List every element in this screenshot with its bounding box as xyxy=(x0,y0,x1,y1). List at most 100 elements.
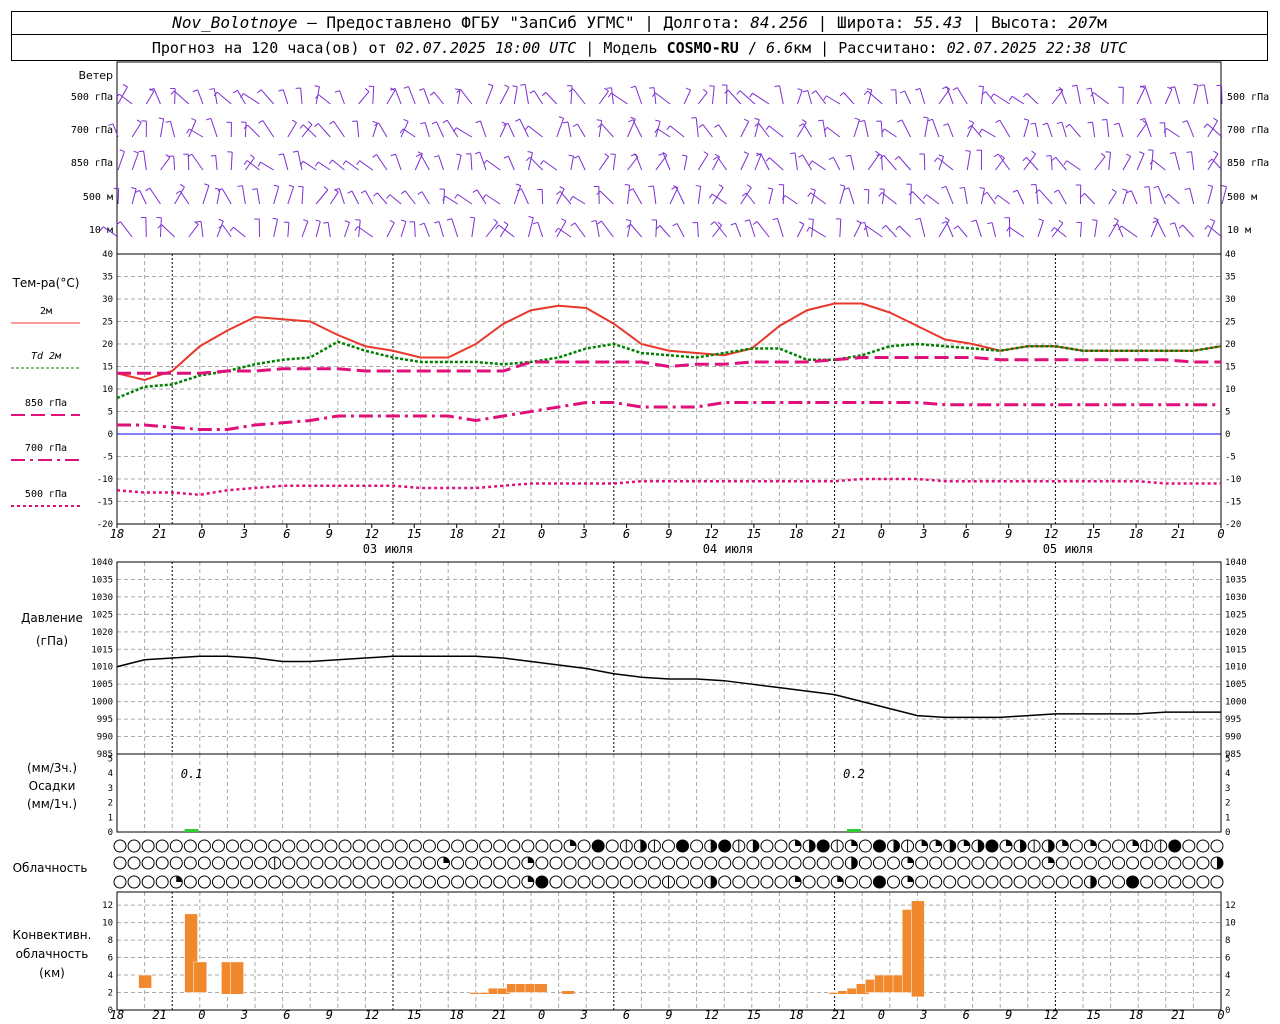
wind-barb xyxy=(358,91,370,105)
cloud-circle xyxy=(1055,875,1069,889)
temp-ytick-left: 30 xyxy=(102,295,113,305)
temp-xtick-label: 15 xyxy=(407,527,421,541)
cloud-circle xyxy=(479,839,493,853)
temp-legend-label: 500 гПа xyxy=(25,489,67,500)
wind-barb xyxy=(197,89,204,105)
wind-barb-flag xyxy=(420,121,426,125)
cloud-circle xyxy=(408,875,422,889)
wind-barb-flag xyxy=(1184,187,1190,190)
cloud-symbol xyxy=(183,875,197,889)
cloud-symbol xyxy=(943,875,957,889)
cloud-fill xyxy=(851,857,858,869)
pressure-yunit: (гПа) xyxy=(36,634,68,648)
wind-barb-flag xyxy=(562,121,569,124)
wind-barb-flag xyxy=(237,185,243,187)
wind-barb-flag xyxy=(1050,227,1055,232)
wind-barb xyxy=(796,90,803,105)
wind-barb xyxy=(981,128,996,138)
cloud-symbol xyxy=(324,875,338,889)
wind-barb-flag xyxy=(569,196,574,201)
wind-barb xyxy=(443,189,445,205)
wind-barb xyxy=(188,224,199,238)
cloud-circle xyxy=(690,839,704,853)
wind-barb xyxy=(471,217,476,238)
wind-barb xyxy=(945,221,954,238)
wind-barb xyxy=(247,124,260,138)
cloud-circle xyxy=(1112,875,1126,889)
wind-barb xyxy=(864,222,869,238)
wind-barb-flag xyxy=(328,159,333,165)
precip-ytick-left: 0 xyxy=(108,828,113,838)
wind-barb-flag xyxy=(915,88,921,91)
temp-xtick-label: 21 xyxy=(492,527,506,541)
wind-barb-flag xyxy=(808,218,814,220)
cloud-circle xyxy=(268,875,282,889)
temp-xtick-label: 18 xyxy=(110,527,124,541)
wind-barb xyxy=(632,119,643,138)
temp-ytick-left: 0 xyxy=(108,430,113,440)
wind-barb xyxy=(627,185,631,205)
wind-barb-flag xyxy=(554,227,559,233)
wind-barb xyxy=(945,186,954,205)
cloud-circle xyxy=(647,875,661,889)
wind-barb xyxy=(1136,87,1146,105)
pressure-ytick-right: 1005 xyxy=(1225,680,1247,690)
wind-barb-flag xyxy=(456,153,462,156)
wind-barb-flag xyxy=(572,123,578,127)
wind-barb-flag xyxy=(746,184,752,188)
wind-barb-flag xyxy=(561,218,567,222)
cloud-fill xyxy=(710,840,717,852)
cloud-circle xyxy=(282,856,296,870)
cloud-symbol xyxy=(436,839,450,853)
wind-barb-flag xyxy=(744,219,750,222)
cloud-symbol xyxy=(690,839,704,853)
cloud-symbol xyxy=(605,875,619,889)
cloud-symbol xyxy=(816,856,830,870)
wind-barb xyxy=(867,189,870,205)
cloud-circle xyxy=(690,875,704,889)
cloud-circle xyxy=(422,839,436,853)
cloud-circle xyxy=(282,839,296,853)
wind-barb-flag xyxy=(959,186,965,189)
conv-xtick-label: 9 xyxy=(326,1008,333,1022)
cloud-circle xyxy=(211,839,225,853)
wind-barb-flag xyxy=(229,226,234,232)
cloud-symbol xyxy=(127,875,141,889)
wind-barb xyxy=(848,187,855,205)
wind-barb-flag xyxy=(1207,184,1213,187)
cloud-symbol xyxy=(1013,875,1027,889)
wind-barb-flag xyxy=(133,150,139,154)
wind-barb xyxy=(117,188,120,205)
wind-barb xyxy=(413,221,416,238)
wind-barb-flag xyxy=(258,120,264,124)
wind-barb xyxy=(1046,122,1053,138)
cloud-circle xyxy=(1069,875,1083,889)
wind-barb xyxy=(1207,186,1214,205)
cloud-circle xyxy=(732,875,746,889)
wind-barb xyxy=(244,122,247,138)
cloud-circle xyxy=(352,839,366,853)
cloud-circle xyxy=(155,839,169,853)
wind-barb xyxy=(287,122,297,138)
cloud-symbol xyxy=(535,875,549,889)
wind-barb-flag xyxy=(418,88,424,91)
wind-barb xyxy=(438,221,445,238)
cloud-symbol xyxy=(915,839,929,853)
wind-barb-flag xyxy=(372,154,377,158)
wind-barb xyxy=(904,90,912,105)
wind-barb xyxy=(883,155,897,171)
wind-barb-flag xyxy=(138,150,144,153)
wind-barb-flag xyxy=(272,217,278,220)
wind-barb-flag xyxy=(390,153,396,157)
cloud-symbol xyxy=(310,856,324,870)
wind-barb xyxy=(556,118,565,138)
cloud-circle xyxy=(943,856,957,870)
wind-barb xyxy=(351,190,360,205)
wind-barb xyxy=(400,121,409,138)
wind-barb xyxy=(188,128,204,138)
wind-barb-flag xyxy=(433,155,439,158)
cloud-circle xyxy=(1182,839,1196,853)
wind-barb-flag xyxy=(504,84,510,88)
precip-ytick-left: 3 xyxy=(108,784,113,794)
cloud-circle xyxy=(493,856,507,870)
